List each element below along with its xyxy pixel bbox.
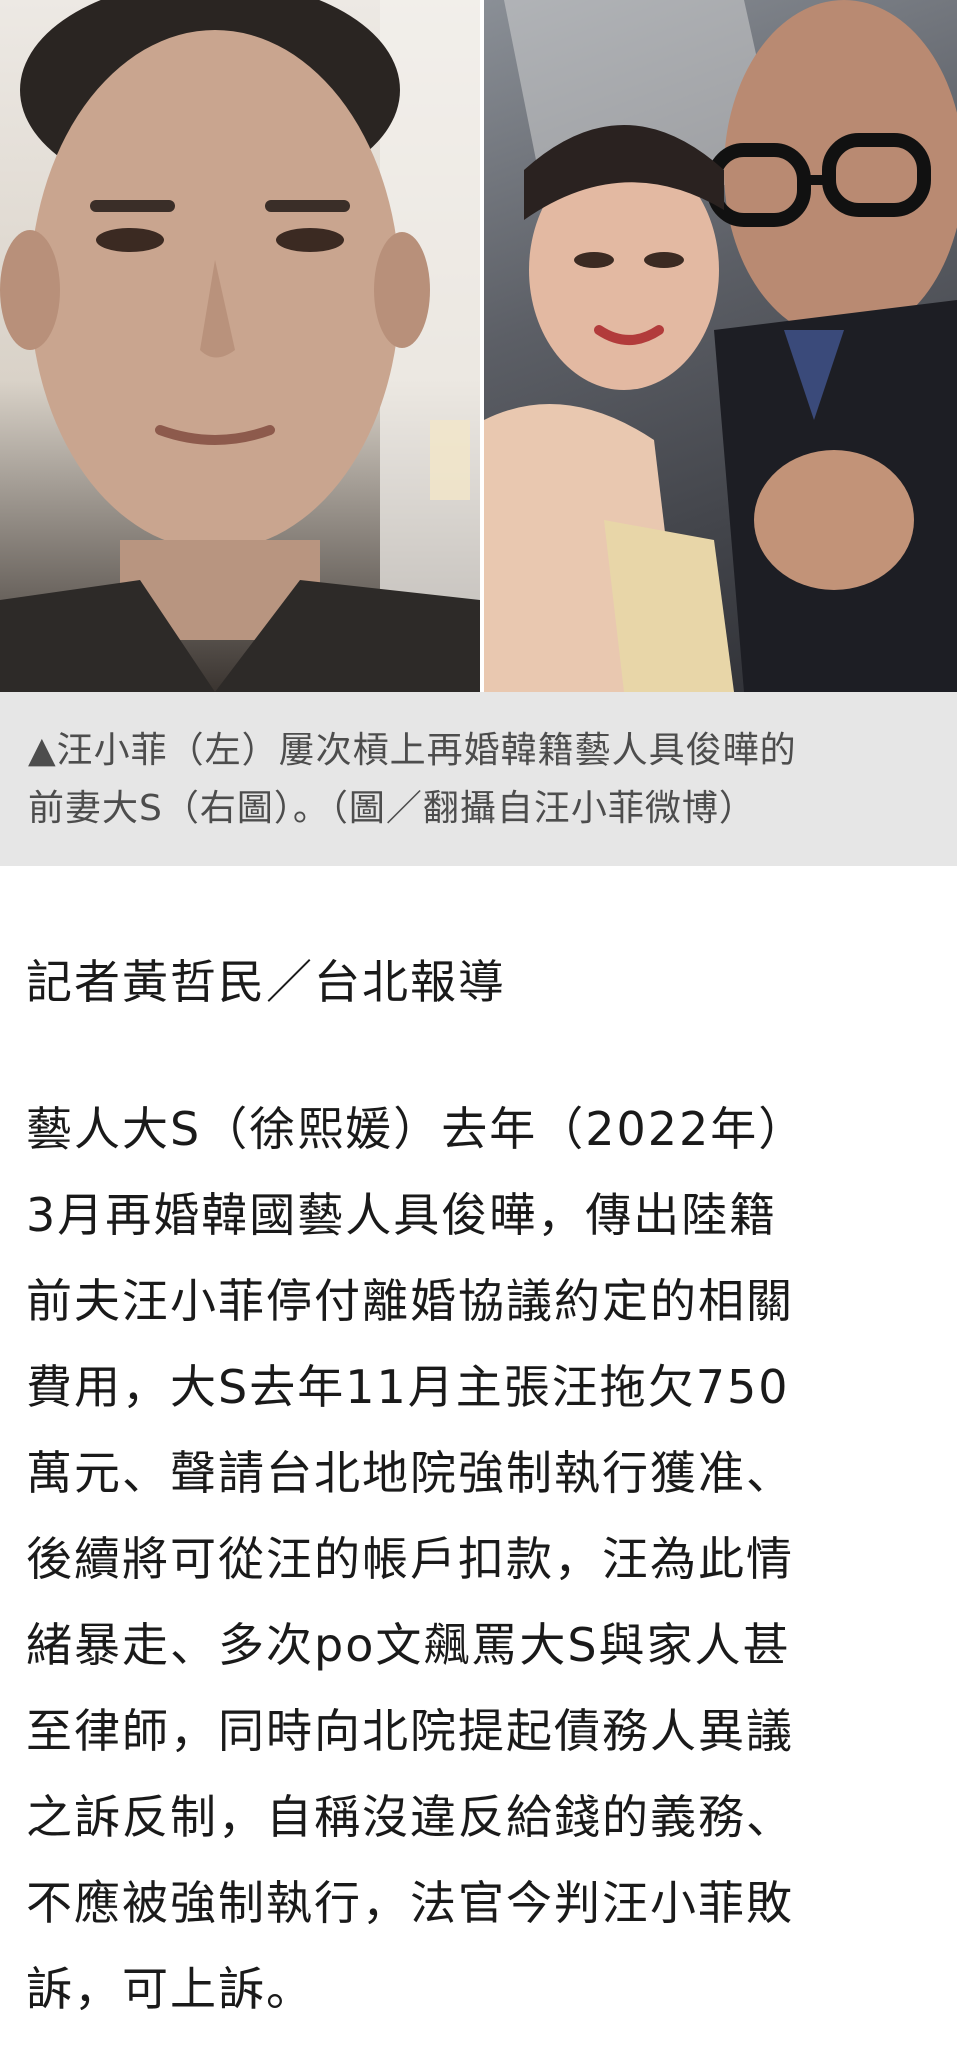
article-line: 訴，可上訴。 [26, 1962, 314, 2016]
photo-caption: ▲汪小菲（左）屢次槓上再婚韓籍藝人具俊曄的 前妻大S（右圖）。（圖／翻攝自汪小菲… [28, 722, 928, 838]
article-line: 萬元、聲請台北地院強制執行獲准、 [26, 1446, 794, 1500]
article-line: 緒暴走、多次po文飆罵大S與家人甚 [26, 1618, 791, 1672]
article-line: 藝人大S（徐熙媛）去年（2022年） [26, 1102, 807, 1156]
article-line: 之訴反制，自稱沒違反給錢的義務、 [26, 1790, 794, 1844]
article-body: 藝人大S（徐熙媛）去年（2022年） 3月再婚韓國藝人具俊曄，傳出陸籍 前夫汪小… [26, 1086, 936, 2032]
wedding-photo-icon [484, 0, 957, 692]
photo-right-wedding [484, 0, 957, 692]
article-line: 不應被強制執行，法官今判汪小菲敗 [26, 1876, 794, 1930]
article-byline: 記者黃哲民／台北報導 [26, 955, 506, 1009]
article-line: 3月再婚韓國藝人具俊曄，傳出陸籍 [26, 1188, 778, 1242]
article-line: 後續將可從汪的帳戶扣款，汪為此情 [26, 1532, 794, 1586]
photo-left-portrait [0, 0, 480, 692]
photo-caption-line: ▲汪小菲（左）屢次槓上再婚韓籍藝人具俊曄的 [28, 730, 797, 771]
article-line: 至律師，同時向北院提起債務人異議 [26, 1704, 794, 1758]
photo-row [0, 0, 957, 692]
photo-caption-line: 前妻大S（右圖）。（圖／翻攝自汪小菲微博） [28, 788, 756, 829]
portrait-photo-icon [0, 0, 480, 692]
article-line: 費用，大S去年11月主張汪拖欠750 [26, 1360, 790, 1414]
article-line: 前夫汪小菲停付離婚協議約定的相關 [26, 1274, 794, 1328]
